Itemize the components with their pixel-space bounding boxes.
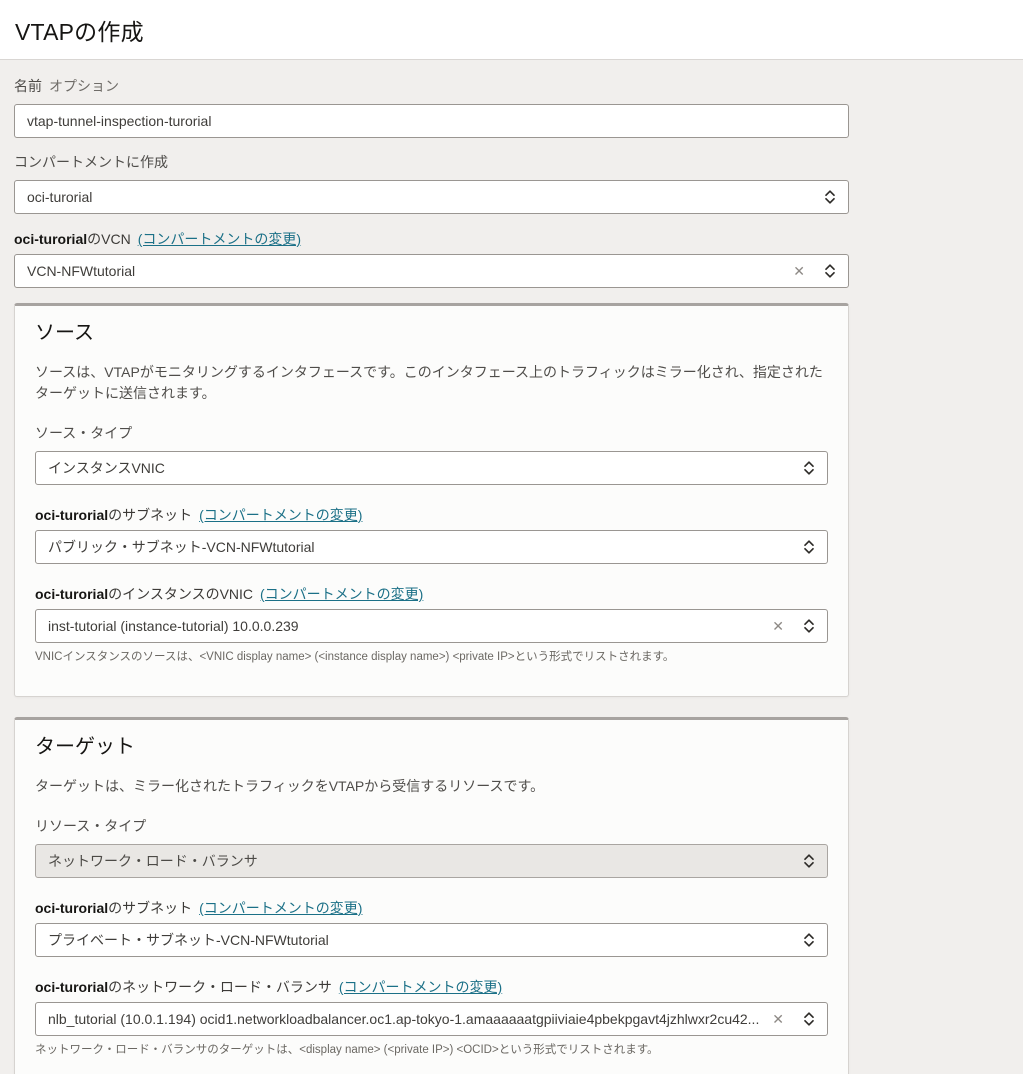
- resource-type-select-value: ネットワーク・ロード・バランサ: [48, 851, 258, 871]
- target-nlb-label-row: oci-turorialのネットワーク・ロード・バランサ (コンパートメントの変…: [35, 978, 828, 997]
- vcn-label: oci-turorialのVCN: [14, 230, 131, 249]
- source-subnet-change-compartment-link[interactable]: (コンパートメントの変更): [199, 506, 362, 525]
- source-subnet-label-rest: のサブネット: [108, 507, 192, 523]
- target-subnet-compartment-name: oci-turorial: [35, 900, 108, 916]
- resource-type-label: リソース・タイプ: [35, 818, 146, 835]
- select-updown-icon: [802, 460, 816, 476]
- source-section-card: ソース ソースは、VTAPがモニタリングするインタフェースです。このインタフェー…: [14, 303, 849, 697]
- select-updown-icon: [802, 1011, 816, 1027]
- source-vnic-select-value: inst-tutorial (instance-tutorial) 10.0.0…: [48, 618, 299, 634]
- target-section-title: ターゲット: [35, 732, 828, 762]
- compartment-select-value: oci-turorial: [27, 189, 92, 205]
- target-nlb-change-compartment-link[interactable]: (コンパートメントの変更): [339, 978, 502, 997]
- target-subnet-select-value: プライベート・サブネット-VCN-NFWtutorial: [48, 930, 329, 950]
- vcn-label-row: oci-turorialのVCN (コンパートメントの変更): [14, 230, 849, 249]
- name-label: 名前: [14, 78, 42, 95]
- select-updown-icon: [823, 189, 837, 205]
- page-header: VTAPの作成: [0, 0, 1023, 60]
- target-section-description: ターゲットは、ミラー化されたトラフィックをVTAPから受信するリソースです。: [35, 776, 828, 797]
- target-nlb-select-value: nlb_tutorial (10.0.1.194) ocid1.networkl…: [48, 1011, 759, 1027]
- compartment-select[interactable]: oci-turorial: [14, 180, 849, 214]
- vtap-create-form: 名前 オプション コンパートメントに作成 oci-turorial oci-tu…: [14, 60, 849, 1074]
- target-nlb-field-group: oci-turorialのネットワーク・ロード・バランサ (コンパートメントの変…: [35, 978, 828, 1057]
- select-updown-icon: [802, 932, 816, 948]
- source-subnet-compartment-name: oci-turorial: [35, 507, 108, 523]
- source-subnet-field-group: oci-turorialのサブネット (コンパートメントの変更) パブリック・サ…: [35, 506, 828, 564]
- vcn-select[interactable]: VCN-NFWtutorial ✕: [14, 254, 849, 288]
- resource-type-label-row: リソース・タイプ: [35, 818, 828, 835]
- target-nlb-helper-text: ネットワーク・ロード・バランサのターゲットは、<display name> (<…: [35, 1043, 828, 1057]
- target-nlb-select[interactable]: nlb_tutorial (10.0.1.194) ocid1.networkl…: [35, 1002, 828, 1036]
- vcn-change-compartment-link[interactable]: (コンパートメントの変更): [138, 230, 301, 249]
- source-vnic-select[interactable]: inst-tutorial (instance-tutorial) 10.0.0…: [35, 609, 828, 643]
- target-subnet-label: oci-turorialのサブネット: [35, 899, 192, 918]
- source-section-title: ソース: [35, 318, 828, 348]
- source-vnic-label-row: oci-turorialのインスタンスのVNIC (コンパートメントの変更): [35, 585, 828, 604]
- target-subnet-select[interactable]: プライベート・サブネット-VCN-NFWtutorial: [35, 923, 828, 957]
- optional-tag: オプション: [49, 78, 119, 95]
- compartment-field-group: コンパートメントに作成 oci-turorial: [14, 154, 849, 214]
- clear-icon[interactable]: ✕: [793, 264, 805, 278]
- select-updown-icon: [802, 853, 816, 869]
- source-type-select-value: インスタンスVNIC: [48, 458, 165, 478]
- vcn-field-group: oci-turorialのVCN (コンパートメントの変更) VCN-NFWtu…: [14, 230, 849, 288]
- source-type-select[interactable]: インスタンスVNIC: [35, 451, 828, 485]
- target-subnet-label-row: oci-turorialのサブネット (コンパートメントの変更): [35, 899, 828, 918]
- target-nlb-compartment-name: oci-turorial: [35, 979, 108, 995]
- resource-type-select[interactable]: ネットワーク・ロード・バランサ: [35, 844, 828, 878]
- clear-icon[interactable]: ✕: [772, 1012, 784, 1026]
- target-subnet-field-group: oci-turorialのサブネット (コンパートメントの変更) プライベート・…: [35, 899, 828, 957]
- source-subnet-label-row: oci-turorialのサブネット (コンパートメントの変更): [35, 506, 828, 525]
- resource-type-field-group: リソース・タイプ ネットワーク・ロード・バランサ: [35, 818, 828, 878]
- target-nlb-label-rest: のネットワーク・ロード・バランサ: [108, 979, 332, 995]
- source-section-description: ソースは、VTAPがモニタリングするインタフェースです。このインタフェース上のト…: [35, 362, 828, 404]
- source-type-label: ソース・タイプ: [35, 425, 132, 442]
- source-type-field-group: ソース・タイプ インスタンスVNIC: [35, 425, 828, 485]
- select-updown-icon: [802, 618, 816, 634]
- source-vnic-label-rest: のインスタンスのVNIC: [108, 586, 253, 602]
- vcn-compartment-name: oci-turorial: [14, 231, 87, 247]
- target-nlb-label: oci-turorialのネットワーク・ロード・バランサ: [35, 978, 332, 997]
- source-vnic-helper-text: VNICインスタンスのソースは、<VNIC display name> (<in…: [35, 650, 828, 664]
- source-vnic-change-compartment-link[interactable]: (コンパートメントの変更): [260, 585, 423, 604]
- source-vnic-compartment-name: oci-turorial: [35, 586, 108, 602]
- select-updown-icon: [802, 539, 816, 555]
- compartment-label: コンパートメントに作成: [14, 154, 168, 171]
- name-input[interactable]: [14, 104, 849, 138]
- name-label-row: 名前 オプション: [14, 78, 849, 95]
- source-vnic-field-group: oci-turorialのインスタンスのVNIC (コンパートメントの変更) i…: [35, 585, 828, 664]
- target-subnet-change-compartment-link[interactable]: (コンパートメントの変更): [199, 899, 362, 918]
- vcn-select-value: VCN-NFWtutorial: [27, 263, 135, 279]
- target-section-card: ターゲット ターゲットは、ミラー化されたトラフィックをVTAPから受信するリソー…: [14, 717, 849, 1074]
- select-updown-icon: [823, 263, 837, 279]
- name-field-group: 名前 オプション: [14, 78, 849, 138]
- clear-icon[interactable]: ✕: [772, 619, 784, 633]
- page-title: VTAPの作成: [15, 13, 144, 47]
- compartment-label-row: コンパートメントに作成: [14, 154, 849, 171]
- source-type-label-row: ソース・タイプ: [35, 425, 828, 442]
- source-vnic-label: oci-turorialのインスタンスのVNIC: [35, 585, 253, 604]
- vcn-label-rest: のVCN: [87, 231, 131, 247]
- source-subnet-label: oci-turorialのサブネット: [35, 506, 192, 525]
- source-subnet-select-value: パブリック・サブネット-VCN-NFWtutorial: [48, 537, 315, 557]
- source-subnet-select[interactable]: パブリック・サブネット-VCN-NFWtutorial: [35, 530, 828, 564]
- target-subnet-label-rest: のサブネット: [108, 900, 192, 916]
